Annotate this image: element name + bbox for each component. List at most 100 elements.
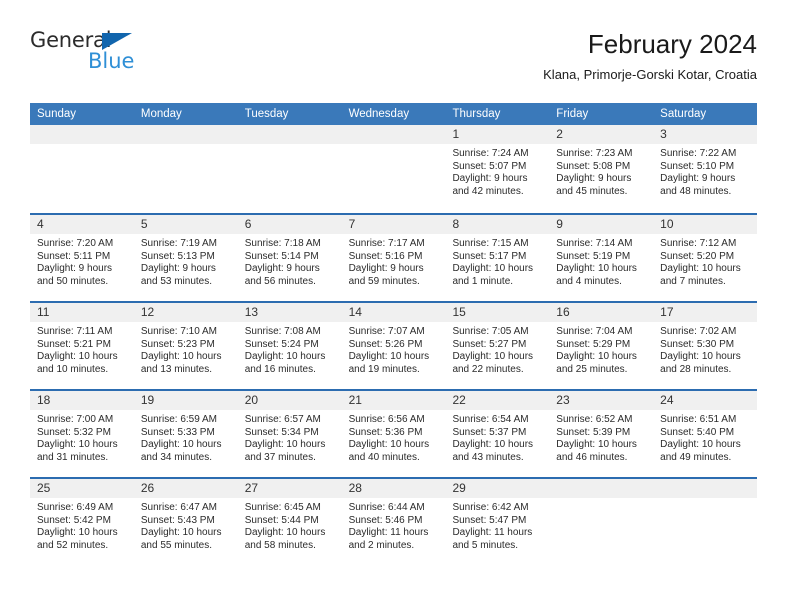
sunrise-time: Sunrise: 7:12 AM bbox=[660, 238, 737, 249]
day-number: 22 bbox=[452, 393, 466, 407]
calendar-page: General Blue February 2024 Klana, Primor… bbox=[0, 0, 792, 612]
day-number-band: 4 bbox=[30, 215, 134, 234]
day-number-band: 2 bbox=[549, 125, 654, 144]
calendar-day-cell[interactable]: 23 Sunrise: 6:52 AM Sunset: 5:39 PM Dayligh… bbox=[549, 391, 654, 477]
day-number-band: 20 bbox=[237, 391, 342, 410]
day-sun-info: Sunrise: 7:15 AM Sunset: 5:17 PM Daylight:… bbox=[445, 234, 549, 288]
calendar-empty-cell bbox=[549, 479, 654, 565]
calendar-day-cell[interactable]: 24 Sunrise: 6:51 AM Sunset: 5:40 PM Dayligh… bbox=[653, 391, 758, 477]
day-number: 26 bbox=[140, 481, 155, 495]
calendar-day-cell[interactable]: 20 Sunrise: 6:57 AM Sunset: 5:34 PM Dayligh… bbox=[237, 391, 342, 477]
sunset-time: Sunset: 5:40 PM bbox=[660, 426, 735, 438]
calendar-day-cell[interactable]: 4 Sunrise: 7:20 AM Sunset: 5:11 PM Daylight… bbox=[30, 215, 134, 301]
day-sun-info: Sunrise: 7:22 AM Sunset: 5:10 PM Daylight:… bbox=[653, 144, 757, 198]
day-number-band: 12 bbox=[133, 303, 238, 322]
day-number-band: 15 bbox=[445, 303, 550, 322]
calendar-day-cell[interactable]: 19 Sunrise: 6:59 AM Sunset: 5:33 PM Dayligh… bbox=[133, 391, 238, 477]
calendar-day-cell[interactable]: 25 Sunrise: 6:49 AM Sunset: 5:42 PM Dayligh… bbox=[30, 479, 134, 565]
sunrise-time: Sunrise: 6:51 AM bbox=[660, 414, 737, 425]
day-sun-info: Sunrise: 6:44 AM Sunset: 5:46 PM Daylight:… bbox=[342, 498, 446, 552]
day-sun-info: Sunrise: 7:10 AM Sunset: 5:23 PM Daylight:… bbox=[134, 322, 238, 376]
daylight-duration: Daylight: 10 hours and 13 minutes. bbox=[140, 351, 222, 375]
day-sun-info: Sunrise: 6:51 AM Sunset: 5:40 PM Daylight:… bbox=[653, 410, 757, 464]
sunrise-time: Sunrise: 6:57 AM bbox=[244, 414, 321, 425]
sunset-time: Sunset: 5:39 PM bbox=[556, 426, 631, 438]
sunset-time: Sunset: 5:21 PM bbox=[37, 338, 111, 350]
day-sun-info: Sunrise: 6:45 AM Sunset: 5:44 PM Daylight:… bbox=[238, 498, 342, 552]
sunrise-time: Sunrise: 7:11 AM bbox=[37, 326, 113, 337]
calendar-empty-cell bbox=[30, 125, 134, 213]
daylight-duration: Daylight: 9 hours and 42 minutes. bbox=[452, 173, 528, 197]
calendar-day-cell[interactable]: 18 Sunrise: 7:00 AM Sunset: 5:32 PM Dayligh… bbox=[30, 391, 134, 477]
day-number: 18 bbox=[37, 393, 51, 407]
calendar-day-cell[interactable]: 8 Sunrise: 7:15 AM Sunset: 5:17 PM Daylight… bbox=[445, 215, 550, 301]
calendar-week-row: 1 Sunrise: 7:24 AM Sunset: 5:07 PM Daylight… bbox=[30, 125, 758, 213]
day-number: 15 bbox=[452, 305, 466, 319]
general-blue-logo[interactable]: General Blue bbox=[30, 28, 160, 80]
day-number-band: 1 bbox=[445, 125, 550, 144]
calendar-day-cell[interactable]: 28 Sunrise: 6:44 AM Sunset: 5:46 PM Dayligh… bbox=[341, 479, 446, 565]
sunset-time: Sunset: 5:11 PM bbox=[37, 250, 111, 262]
calendar-day-cell[interactable]: 21 Sunrise: 6:56 AM Sunset: 5:36 PM Dayligh… bbox=[341, 391, 446, 477]
daylight-duration: Daylight: 9 hours and 48 minutes. bbox=[660, 173, 736, 197]
daylight-duration: Daylight: 9 hours and 50 minutes. bbox=[37, 263, 113, 287]
day-number: 23 bbox=[556, 393, 570, 407]
calendar-day-cell[interactable]: 5 Sunrise: 7:19 AM Sunset: 5:13 PM Daylight… bbox=[133, 215, 238, 301]
sunset-time: Sunset: 5:47 PM bbox=[452, 514, 527, 526]
daylight-duration: Daylight: 10 hours and 55 minutes. bbox=[140, 527, 222, 551]
calendar-day-cell[interactable]: 13 Sunrise: 7:08 AM Sunset: 5:24 PM Dayligh… bbox=[237, 303, 342, 389]
sunrise-time: Sunrise: 6:59 AM bbox=[140, 414, 218, 425]
sunset-time: Sunset: 5:10 PM bbox=[660, 160, 735, 172]
daylight-duration: Daylight: 10 hours and 1 minute. bbox=[452, 263, 534, 287]
sunrise-time: Sunrise: 7:05 AM bbox=[452, 326, 529, 337]
day-number-band: 18 bbox=[30, 391, 134, 410]
sunset-time: Sunset: 5:08 PM bbox=[556, 160, 631, 172]
calendar-day-cell[interactable]: 22 Sunrise: 6:54 AM Sunset: 5:37 PM Dayligh… bbox=[445, 391, 550, 477]
sunrise-time: Sunrise: 6:44 AM bbox=[348, 502, 425, 513]
day-number: 24 bbox=[660, 393, 674, 407]
calendar-day-cell[interactable]: 29 Sunrise: 6:42 AM Sunset: 5:47 PM Dayligh… bbox=[445, 479, 550, 565]
sunset-time: Sunset: 5:32 PM bbox=[37, 426, 111, 438]
sunset-time: Sunset: 5:07 PM bbox=[452, 160, 527, 172]
daylight-duration: Daylight: 11 hours and 5 minutes. bbox=[452, 527, 533, 551]
daylight-duration: Daylight: 10 hours and 58 minutes. bbox=[244, 527, 326, 551]
day-sun-info: Sunrise: 7:07 AM Sunset: 5:26 PM Daylight:… bbox=[342, 322, 446, 376]
calendar-day-cell[interactable]: 17 Sunrise: 7:02 AM Sunset: 5:30 PM Dayligh… bbox=[653, 303, 758, 389]
calendar-day-cell[interactable]: 11 Sunrise: 7:11 AM Sunset: 5:21 PM Dayligh… bbox=[30, 303, 134, 389]
weekday-header-monday: Monday bbox=[140, 108, 182, 120]
sunset-time: Sunset: 5:23 PM bbox=[140, 338, 215, 350]
calendar-day-cell[interactable]: 1 Sunrise: 7:24 AM Sunset: 5:07 PM Daylight… bbox=[445, 125, 550, 213]
calendar-day-cell[interactable]: 26 Sunrise: 6:47 AM Sunset: 5:43 PM Dayligh… bbox=[133, 479, 238, 565]
day-number: 20 bbox=[244, 393, 259, 407]
day-number-band: 26 bbox=[133, 479, 238, 498]
day-number: 7 bbox=[348, 217, 356, 231]
daylight-duration: Daylight: 9 hours and 45 minutes. bbox=[556, 173, 632, 197]
sunrise-time: Sunrise: 7:04 AM bbox=[556, 326, 633, 337]
day-number: 3 bbox=[660, 127, 667, 141]
calendar-day-cell[interactable]: 3 Sunrise: 7:22 AM Sunset: 5:10 PM Daylight… bbox=[653, 125, 758, 213]
calendar-day-cell[interactable]: 6 Sunrise: 7:18 AM Sunset: 5:14 PM Daylight… bbox=[237, 215, 342, 301]
calendar-day-cell[interactable]: 2 Sunrise: 7:23 AM Sunset: 5:08 PM Daylight… bbox=[549, 125, 654, 213]
day-sun-info: Sunrise: 7:19 AM Sunset: 5:13 PM Daylight:… bbox=[134, 234, 238, 288]
daylight-duration: Daylight: 10 hours and 10 minutes. bbox=[37, 351, 118, 375]
calendar-day-cell[interactable]: 7 Sunrise: 7:17 AM Sunset: 5:16 PM Daylight… bbox=[341, 215, 446, 301]
calendar-day-cell[interactable]: 12 Sunrise: 7:10 AM Sunset: 5:23 PM Dayligh… bbox=[133, 303, 238, 389]
day-number-band bbox=[30, 125, 134, 144]
day-number-band: 28 bbox=[341, 479, 446, 498]
calendar-day-cell[interactable]: 27 Sunrise: 6:45 AM Sunset: 5:44 PM Dayligh… bbox=[237, 479, 342, 565]
calendar-day-cell[interactable]: 9 Sunrise: 7:14 AM Sunset: 5:19 PM Daylight… bbox=[549, 215, 654, 301]
daylight-duration: Daylight: 9 hours and 53 minutes. bbox=[140, 263, 216, 287]
calendar-day-cell[interactable]: 10 Sunrise: 7:12 AM Sunset: 5:20 PM Dayligh… bbox=[653, 215, 758, 301]
sunrise-time: Sunrise: 7:10 AM bbox=[140, 326, 218, 337]
daylight-duration: Daylight: 10 hours and 22 minutes. bbox=[452, 351, 534, 375]
daylight-duration: Daylight: 10 hours and 31 minutes. bbox=[37, 439, 118, 463]
day-number: 27 bbox=[244, 481, 259, 495]
sunset-time: Sunset: 5:17 PM bbox=[452, 250, 527, 262]
day-number-band: 29 bbox=[445, 479, 550, 498]
daylight-duration: Daylight: 10 hours and 25 minutes. bbox=[556, 351, 637, 375]
calendar-day-cell[interactable]: 15 Sunrise: 7:05 AM Sunset: 5:27 PM Dayligh… bbox=[445, 303, 550, 389]
calendar-day-cell[interactable]: 14 Sunrise: 7:07 AM Sunset: 5:26 PM Dayligh… bbox=[341, 303, 446, 389]
calendar-day-cell[interactable]: 16 Sunrise: 7:04 AM Sunset: 5:29 PM Dayligh… bbox=[549, 303, 654, 389]
weekday-header-row: Sunday Monday Tuesday Wednesday Thursday… bbox=[30, 103, 757, 125]
day-number: 29 bbox=[452, 481, 466, 495]
